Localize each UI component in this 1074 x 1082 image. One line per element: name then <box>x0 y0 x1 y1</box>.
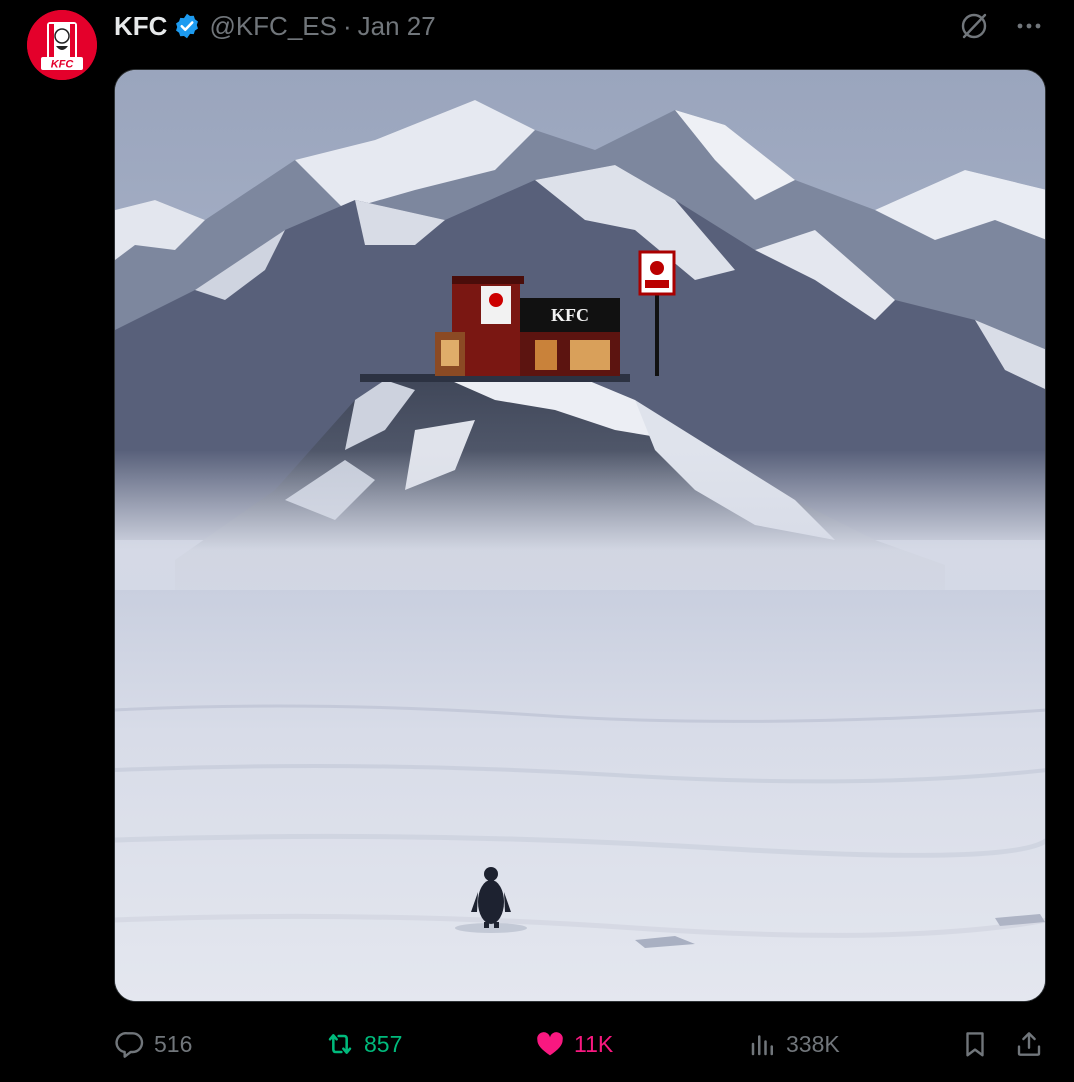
reply-icon <box>115 1032 144 1058</box>
reply-button[interactable]: 516 <box>114 1022 192 1066</box>
handle[interactable]: @KFC_ES <box>209 11 337 42</box>
like-button[interactable]: 11K <box>534 1022 613 1066</box>
avatar[interactable]: KFC <box>27 10 97 80</box>
share-button[interactable] <box>1014 1022 1044 1066</box>
tweet-actions: 516 857 11K 338K <box>114 1022 1046 1066</box>
bookmark-button[interactable] <box>960 1022 990 1066</box>
share-icon <box>1017 1032 1041 1056</box>
kfc-logo: KFC <box>27 10 97 80</box>
reply-count: 516 <box>154 1030 193 1057</box>
retweet-icon <box>328 1034 352 1054</box>
grok-icon[interactable] <box>958 10 990 42</box>
tweet-header: KFC @KFC_ES · Jan 27 <box>114 8 1044 44</box>
header-actions <box>958 8 1044 44</box>
tweet-image[interactable]: KFC <box>114 69 1046 1002</box>
verified-badge-icon <box>176 13 199 39</box>
bookmark-icon <box>966 1032 984 1057</box>
views-button[interactable]: 338K <box>748 1022 840 1066</box>
separator: · <box>342 10 352 41</box>
more-icon[interactable] <box>1014 11 1044 41</box>
like-count: 11K <box>574 1030 614 1057</box>
mountain-kfc-scene: KFC <box>115 70 1045 1001</box>
retweet-count: 857 <box>364 1030 403 1057</box>
tweet-date[interactable]: Jan 27 <box>358 11 436 42</box>
retweet-button[interactable]: 857 <box>324 1022 402 1066</box>
svg-text:KFC: KFC <box>51 59 75 71</box>
svg-text:KFC: KFC <box>551 305 589 325</box>
views-icon <box>751 1035 773 1056</box>
display-name[interactable]: KFC <box>114 11 167 42</box>
like-icon <box>537 1032 563 1056</box>
views-count: 338K <box>786 1030 840 1057</box>
